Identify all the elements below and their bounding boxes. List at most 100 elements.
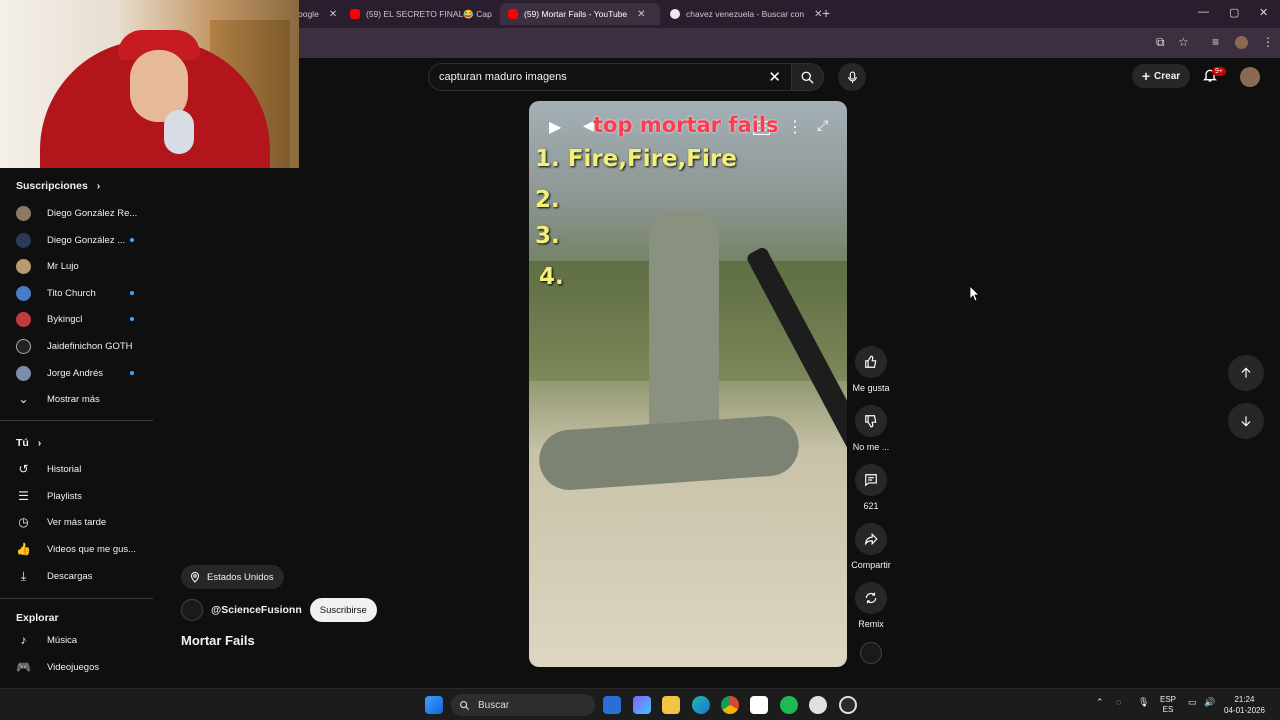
app-icon[interactable] (809, 696, 827, 714)
arrow-down-icon (1241, 416, 1251, 427)
sidebar-sub-item[interactable]: Diego González ... (16, 230, 146, 250)
media-control-icon[interactable]: ≡ (1212, 35, 1219, 49)
chevron-down-icon: ⌄ (18, 392, 29, 406)
capcut-icon[interactable] (750, 696, 768, 714)
file-explorer-icon[interactable] (662, 696, 680, 714)
account-avatar[interactable] (1240, 67, 1260, 87)
sidebar-sub-item[interactable]: Diego González Re... (16, 203, 146, 223)
sidebar-item-watch-later[interactable]: ◷ Ver más tarde (16, 512, 146, 532)
sound-source-button[interactable] (847, 642, 895, 669)
create-label: Crear (1154, 70, 1181, 82)
youtube-icon (508, 9, 518, 19)
channel-name: Jaidefinichon GOTH (47, 340, 133, 352)
video-title: Mortar Fails (181, 633, 255, 648)
channel-avatar (16, 258, 31, 274)
channel-handle[interactable]: @ScienceFusionn (211, 604, 302, 616)
comments-button[interactable]: 621 (847, 464, 895, 511)
clock-icon: ◷ (18, 515, 29, 529)
create-button[interactable]: + Crear (1132, 64, 1190, 88)
clock-date: 04-01-2026 (1224, 706, 1265, 715)
search-input[interactable]: capturan maduro imagens ✕ (428, 63, 792, 91)
windows-taskbar: Buscar ⌃ ◌ 🎙 ESP ES ▭ 🔊 21:24 04-01-2026 (0, 688, 1280, 720)
video-overlay-line: 1. Fire,Fire,Fire (535, 146, 737, 172)
new-tab-button[interactable]: + (822, 5, 830, 21)
sidebar-item-music[interactable]: ♪ Música (16, 630, 146, 650)
sidebar-sub-item[interactable]: Jaidefinichon GOTH (16, 336, 146, 356)
subscribe-button[interactable]: Suscribirse (309, 598, 377, 622)
sidebar-item-liked-videos[interactable]: 👍 Videos que me gus... (16, 539, 146, 559)
language-indicator[interactable]: ESP ES (1160, 695, 1176, 715)
taskbar-clock[interactable]: 21:24 04-01-2026 (1224, 694, 1265, 716)
windows-start-icon[interactable] (425, 696, 443, 714)
search-button[interactable] (792, 63, 824, 91)
obs-icon[interactable] (839, 696, 857, 714)
profile-avatar[interactable] (1235, 36, 1248, 49)
tab-close-icon[interactable]: ✕ (637, 9, 645, 20)
dislike-button[interactable]: No me ... (847, 405, 895, 452)
copilot-icon[interactable] (633, 696, 651, 714)
history-icon: ↺ (18, 462, 29, 476)
tab-close-icon[interactable]: ✕ (329, 9, 337, 20)
channel-sound-avatar (860, 642, 882, 664)
sidebar-item-history[interactable]: ↺ Historial (16, 459, 146, 479)
clear-search-icon[interactable]: ✕ (768, 68, 781, 86)
tray-mic-icon[interactable]: 🎙 (1138, 697, 1149, 708)
chrome-icon[interactable] (721, 696, 739, 714)
you-title: Tú (16, 437, 29, 449)
close-window-button[interactable]: ✕ (1259, 6, 1268, 19)
chevron-right-icon: › (37, 437, 42, 449)
spotify-icon[interactable] (780, 696, 798, 714)
video-overlay-line: 3. (535, 223, 560, 249)
sidebar-item-playlists[interactable]: ☰ Playlists (16, 486, 146, 506)
tab-chavez-venezuela[interactable]: chavez venezuela - Buscar con ✕ (662, 3, 831, 25)
tab-el-secreto[interactable]: (59) EL SECRETO FINAL😂 Cap ✕ (342, 3, 518, 25)
mouse-cursor-icon (970, 286, 980, 301)
channel-row: @ScienceFusionn Suscribirse (181, 598, 377, 622)
edge-icon[interactable] (692, 696, 710, 714)
restore-button[interactable]: ▢ (1229, 6, 1239, 19)
you-header[interactable]: Tú › (16, 437, 41, 449)
previous-video-button[interactable] (1228, 355, 1264, 391)
play-icon[interactable]: ▶ (549, 117, 561, 137)
sidebar-item-downloads[interactable]: ⤓ Descargas (16, 566, 146, 586)
tab-mortar-fails[interactable]: (59) Mortar Fails - YouTube ✕ (500, 3, 660, 25)
voice-search-button[interactable] (838, 63, 866, 91)
microsoft-store-icon[interactable] (603, 696, 621, 714)
show-more-button[interactable]: ⌄ Mostrar más (16, 389, 146, 409)
like-button[interactable]: Me gusta (847, 346, 895, 393)
tray-network-icon[interactable]: ◌ (1116, 697, 1121, 707)
shorts-video-player[interactable]: ▶ ◀ cc ⋮ ⤢ top mortar fails 1. Fire,Fire… (529, 101, 847, 667)
sidebar-sub-item[interactable]: Mr Lujo (16, 256, 146, 276)
sidebar-sub-item[interactable]: Jorge Andrés (16, 363, 146, 383)
next-video-button[interactable] (1228, 403, 1264, 439)
sidebar-sub-item[interactable]: Tito Church (16, 283, 146, 303)
sidebar-item-gaming[interactable]: 🎮 Videojuegos (16, 657, 146, 677)
share-button[interactable]: Compartir (847, 523, 895, 570)
tab-title: (59) Mortar Fails - YouTube (524, 9, 628, 19)
video-soldier-standing (649, 211, 719, 431)
location-chip[interactable]: Estados Unidos (181, 565, 284, 589)
channel-avatar[interactable] (181, 599, 203, 621)
browser-menu-icon[interactable]: ⋮ (1262, 35, 1274, 49)
tray-volume-icon[interactable]: 🔊 (1204, 697, 1215, 708)
remix-icon (855, 582, 887, 614)
taskbar-search-label: Buscar (478, 699, 510, 711)
subscriptions-header[interactable]: Suscripciones › (16, 180, 100, 192)
thumbs-up-icon (855, 346, 887, 378)
plus-icon: + (1141, 68, 1151, 84)
install-app-icon[interactable]: ⧉ (1156, 35, 1165, 50)
minimize-button[interactable]: — (1198, 6, 1209, 18)
tray-overflow-icon[interactable]: ⌃ (1096, 697, 1104, 708)
show-more-label: Mostrar más (47, 393, 100, 405)
remix-button[interactable]: Remix (847, 582, 895, 629)
more-options-icon[interactable]: ⋮ (787, 117, 803, 137)
taskbar-search[interactable]: Buscar (451, 694, 595, 716)
sidebar-sub-item[interactable]: Bykingcl (16, 309, 146, 329)
remix-label: Remix (858, 619, 884, 629)
fullscreen-icon[interactable]: ⤢ (817, 117, 828, 134)
channel-name: Diego González ... (47, 234, 126, 246)
tray-display-icon[interactable]: ▭ (1188, 697, 1197, 708)
new-content-dot (130, 317, 134, 321)
bookmark-star-icon[interactable]: ☆ (1178, 35, 1189, 49)
video-soldier-prone (537, 414, 801, 492)
